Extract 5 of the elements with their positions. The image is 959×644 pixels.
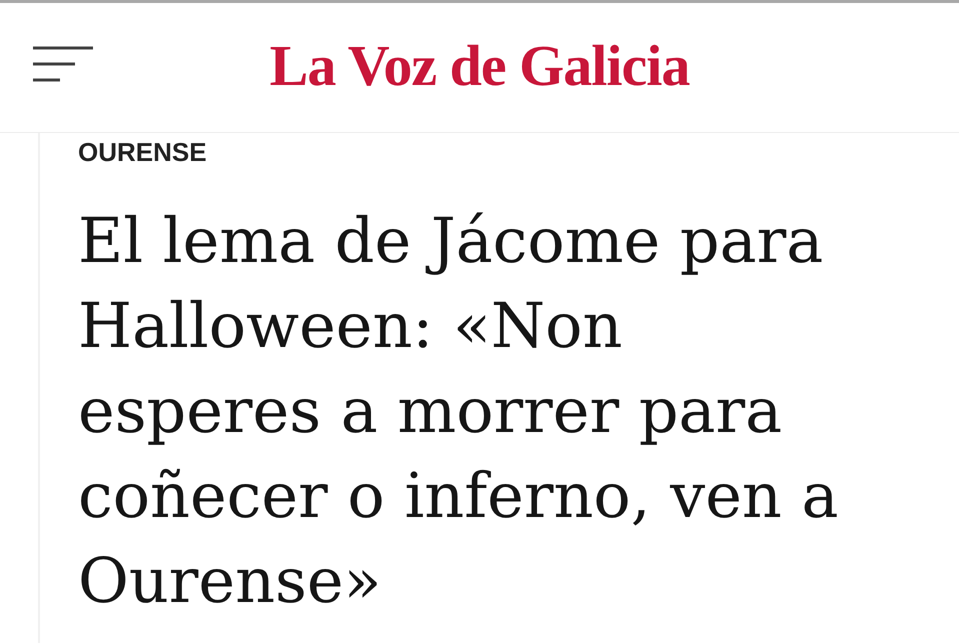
section-label[interactable]: OURENSE bbox=[78, 137, 207, 167]
headline: El lema de Jácome para Halloween: «Non esperes a morrer para coñecer o inferno, ven a Ourense» bbox=[78, 203, 840, 619]
menu-icon bbox=[33, 46, 93, 82]
site-logo[interactable]: La Voz de Galicia bbox=[270, 36, 690, 94]
menu-button[interactable] bbox=[33, 46, 93, 82]
